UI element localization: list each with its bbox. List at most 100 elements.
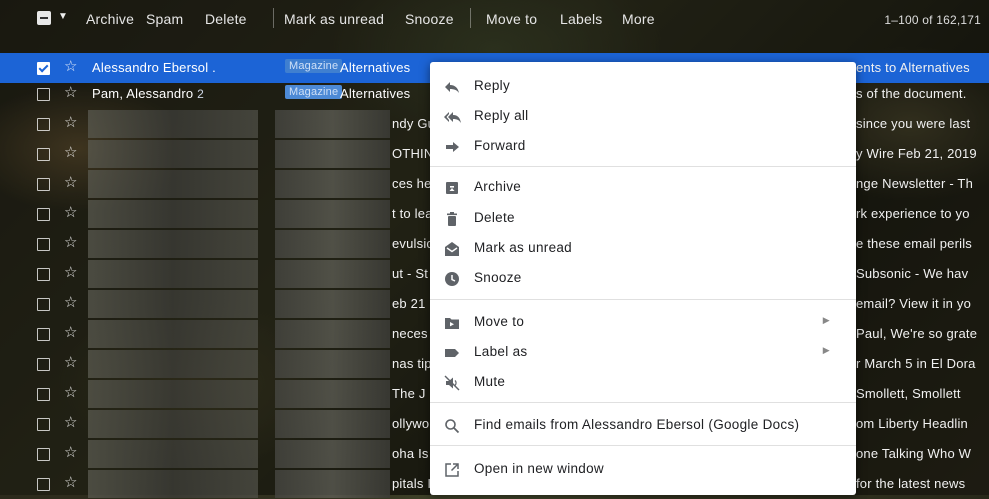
pixelated-subject	[275, 260, 390, 288]
pixelated-subject	[275, 110, 390, 138]
toolbar-spam-button[interactable]: Spam	[146, 11, 183, 27]
toolbar-labels-button[interactable]: Labels	[560, 11, 602, 27]
menu-label: Reply	[474, 78, 511, 93]
pixelated-sender	[88, 110, 258, 138]
toolbar-mark-unread-button[interactable]: Mark as unread	[284, 11, 384, 27]
email-snippet: y Wire Feb 21, 2019	[856, 146, 977, 161]
select-all-checkbox[interactable]	[37, 11, 51, 25]
star-icon[interactable]: ☆	[64, 59, 78, 75]
row-checkbox[interactable]	[37, 418, 50, 431]
reply-icon	[444, 79, 460, 95]
row-checkbox[interactable]	[37, 448, 50, 461]
star-icon[interactable]: ☆	[64, 265, 78, 281]
row-checkbox[interactable]	[37, 358, 50, 371]
row-checkbox[interactable]	[37, 388, 50, 401]
email-snippet: Paul, We're so grate	[856, 326, 978, 341]
row-checkbox[interactable]	[37, 118, 50, 131]
row-checkbox[interactable]	[37, 268, 50, 281]
email-snippet: email? View it in yo	[856, 296, 972, 311]
row-checkbox[interactable]	[37, 328, 50, 341]
pixelated-sender	[88, 290, 258, 318]
star-icon[interactable]: ☆	[64, 205, 78, 221]
context-menu: Reply Reply all Forward Archive Delete M…	[430, 62, 856, 495]
star-icon[interactable]: ☆	[64, 445, 78, 461]
toolbar-more-button[interactable]: More	[622, 11, 655, 27]
pixelated-subject	[275, 380, 390, 408]
menu-label-as[interactable]: Label as ▶	[430, 337, 856, 367]
menu-move-to[interactable]: Move to ▶	[430, 307, 856, 337]
menu-label: Delete	[474, 210, 515, 225]
pagination-count: 1–100 of 162,171	[884, 13, 981, 27]
menu-mute[interactable]: Mute	[430, 367, 856, 397]
menu-mark-unread[interactable]: Mark as unread	[430, 233, 856, 263]
email-subject: pitals I	[392, 476, 432, 491]
email-subject: OTHIN	[392, 146, 434, 161]
star-icon[interactable]: ☆	[64, 385, 78, 401]
email-sender: Alessandro Ebersol .	[92, 60, 216, 75]
email-snippet: Smollett, Smollett	[856, 386, 961, 401]
menu-label: Label as	[474, 344, 528, 359]
email-subject: ndy Gu	[392, 116, 436, 131]
menu-label: Archive	[474, 179, 522, 194]
menu-divider	[430, 402, 856, 403]
menu-label: Mute	[474, 374, 506, 389]
star-icon[interactable]: ☆	[64, 85, 78, 101]
row-checkbox[interactable]	[37, 62, 50, 75]
menu-forward[interactable]: Forward	[430, 131, 856, 161]
toolbar: ▼ Archive Spam Delete Mark as unread Sno…	[0, 0, 989, 38]
label-badge[interactable]: Magazine	[285, 59, 343, 73]
email-snippet: one Talking Who W	[856, 446, 972, 461]
menu-find-emails[interactable]: Find emails from Alessandro Ebersol (Goo…	[430, 410, 856, 440]
row-checkbox[interactable]	[37, 238, 50, 251]
email-snippet: r March 5 in El Dora	[856, 356, 976, 371]
pixelated-subject	[275, 440, 390, 468]
star-icon[interactable]: ☆	[64, 145, 78, 161]
move-to-icon	[444, 315, 460, 331]
pixelated-subject	[275, 200, 390, 228]
row-checkbox[interactable]	[37, 148, 50, 161]
submenu-arrow-icon: ▶	[822, 315, 830, 325]
menu-label: Find emails from Alessandro Ebersol (Goo…	[474, 417, 800, 432]
menu-delete[interactable]: Delete	[430, 203, 856, 233]
star-icon[interactable]: ☆	[64, 355, 78, 371]
row-checkbox[interactable]	[37, 208, 50, 221]
email-snippet: since you were last	[856, 116, 971, 131]
star-icon[interactable]: ☆	[64, 175, 78, 191]
star-icon[interactable]: ☆	[64, 325, 78, 341]
menu-open-new-window[interactable]: Open in new window	[430, 454, 856, 484]
submenu-arrow-icon: ▶	[822, 345, 830, 355]
pixelated-subject	[275, 410, 390, 438]
toolbar-archive-button[interactable]: Archive	[86, 11, 134, 27]
email-snippet: rk experience to yo	[856, 206, 970, 221]
toolbar-delete-button[interactable]: Delete	[205, 11, 247, 27]
row-checkbox[interactable]	[37, 88, 50, 101]
row-checkbox[interactable]	[37, 478, 50, 491]
menu-snooze[interactable]: Snooze	[430, 263, 856, 293]
email-snippet: e these email perils	[856, 236, 972, 251]
menu-reply[interactable]: Reply	[430, 71, 856, 101]
menu-reply-all[interactable]: Reply all	[430, 101, 856, 131]
pixelated-sender	[88, 230, 258, 258]
pixelated-sender	[88, 470, 258, 498]
email-subject: eb 21	[392, 296, 426, 311]
toolbar-snooze-button[interactable]: Snooze	[405, 11, 454, 27]
star-icon[interactable]: ☆	[64, 235, 78, 251]
menu-label: Move to	[474, 314, 525, 329]
email-subject: t to lea	[392, 206, 433, 221]
star-icon[interactable]: ☆	[64, 115, 78, 131]
star-icon[interactable]: ☆	[64, 295, 78, 311]
toolbar-move-to-button[interactable]: Move to	[486, 11, 537, 27]
pixelated-subject	[275, 470, 390, 498]
menu-archive[interactable]: Archive	[430, 172, 856, 202]
row-checkbox[interactable]	[37, 178, 50, 191]
select-dropdown-icon[interactable]: ▼	[58, 11, 68, 22]
row-checkbox[interactable]	[37, 298, 50, 311]
pixelated-sender	[88, 140, 258, 168]
pixelated-subject	[275, 140, 390, 168]
mark-unread-icon	[444, 241, 460, 257]
star-icon[interactable]: ☆	[64, 475, 78, 491]
menu-label: Mark as unread	[474, 240, 572, 255]
label-badge[interactable]: Magazine	[285, 85, 343, 99]
label-icon	[444, 345, 460, 361]
star-icon[interactable]: ☆	[64, 415, 78, 431]
